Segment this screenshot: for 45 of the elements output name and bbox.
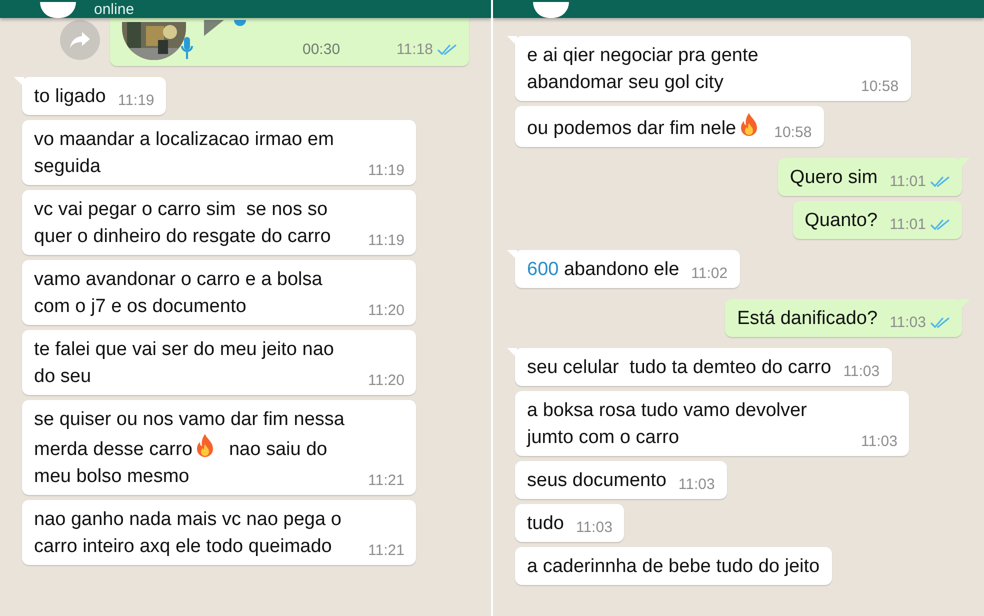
message-text: se quiser ou nos vamo dar fim nessa merda desse carro nao saiu do meu bolso mesmo xyxy=(34,408,346,489)
message-text: ou podemos dar fim nele xyxy=(527,112,762,142)
message-time: 11:03 xyxy=(861,432,898,452)
message-time: 11:21 xyxy=(368,471,404,491)
message-text: to ligado xyxy=(34,85,106,109)
message-time: 10:58 xyxy=(861,77,899,97)
message-text: e ai qier negociar pra gente abandomar seu gol city xyxy=(527,44,760,95)
message-text: a caderinnha de bebe tudo do jeito xyxy=(527,555,820,579)
forward-icon xyxy=(69,31,91,49)
message-time: 11:01 xyxy=(890,215,926,235)
message-text: seus documento xyxy=(527,469,666,493)
message-time: 11:20 xyxy=(368,371,404,391)
message-time: 10:58 xyxy=(774,123,812,143)
number-link[interactable]: 600 xyxy=(527,259,559,280)
message-time: 11:02 xyxy=(691,264,728,284)
message-text: vo maandar a localizacao irmao em seguida xyxy=(34,128,335,179)
message-time: 11:03 xyxy=(576,518,612,538)
message-time: 11:19 xyxy=(368,161,404,181)
play-icon[interactable] xyxy=(204,20,224,36)
message-time: 11:03 xyxy=(678,475,715,495)
message-text: vc vai pegar o carro sim se nos so quer o dinheiro do resgate do carro xyxy=(34,198,332,249)
message-text: tudo xyxy=(527,512,564,536)
message-text: a boksa rosa tudo vamo devolver jumto com o carro xyxy=(527,399,808,450)
message-text: vamo avandonar o carro e a bolsa com o j7 e os documento xyxy=(34,268,324,319)
message-time: 11:01 xyxy=(890,172,926,192)
message-time: 11:18 xyxy=(396,40,433,60)
message-time: 11:03 xyxy=(843,362,880,382)
message-time: 11:19 xyxy=(368,231,404,251)
message-time: 11:20 xyxy=(368,301,404,321)
microphone-icon xyxy=(180,36,194,60)
contact-avatar[interactable] xyxy=(533,2,569,18)
message-text: Quanto? xyxy=(804,209,878,233)
contact-avatar[interactable] xyxy=(40,2,76,18)
message-text: Quero sim xyxy=(790,166,878,190)
message-text: Está danificado? xyxy=(737,307,878,331)
message-text: seu celular tudo ta demteo do carro xyxy=(527,356,832,380)
message-time: 11:19 xyxy=(118,91,154,111)
contact-status: online xyxy=(94,2,134,18)
voice-message[interactable]: 00:30 11:18 xyxy=(110,18,469,66)
message-text: abandono ele xyxy=(562,259,680,280)
message-time: 11:21 xyxy=(368,541,404,561)
message-time: 11:03 xyxy=(890,313,926,333)
message-text: nao ganho nada mais vc nao pega o carro inteiro axq ele todo queimado xyxy=(34,508,342,559)
message-text: te falei que vai ser do meu jeito nao do seu xyxy=(34,338,335,389)
voice-duration: 00:30 xyxy=(302,40,340,60)
